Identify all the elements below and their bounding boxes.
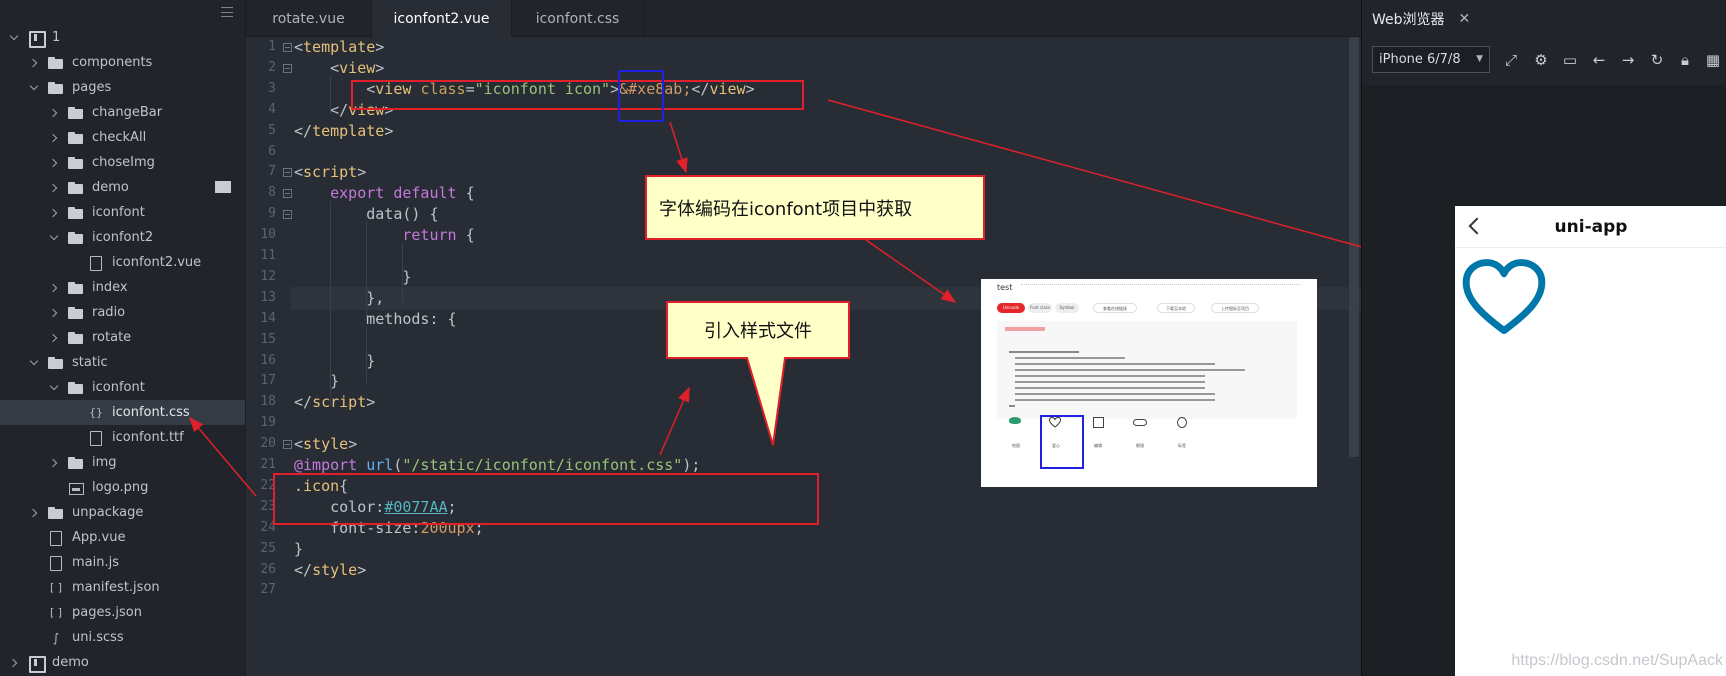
- iconfont-code-header: [1005, 327, 1045, 331]
- iconfont-link-button: 查看在线链接: [1093, 303, 1137, 313]
- arrow-unicode-to-note: [669, 121, 688, 174]
- callout-note-import: 引入样式文件: [667, 302, 849, 358]
- device-select[interactable]: iPhone 6/7/8 ▼: [1372, 46, 1490, 73]
- close-icon[interactable]: ✕: [1459, 11, 1471, 27]
- preview-title: Web浏览器: [1372, 11, 1445, 28]
- caret-down-icon: ▼: [1476, 54, 1483, 64]
- grid-icon[interactable]: ▦: [1702, 49, 1724, 71]
- phone-screen: uni-app https://blog.csdn.net/SupAack: [1455, 206, 1726, 676]
- edit-icon: [1093, 417, 1104, 428]
- device-select-value: iPhone 6/7/8: [1379, 52, 1461, 67]
- tag-icon: [1177, 417, 1187, 428]
- refresh-icon[interactable]: ↻: [1646, 49, 1668, 71]
- back-arrow-icon[interactable]: ←: [1588, 49, 1610, 71]
- arrow-import-to-css-file: [189, 416, 257, 497]
- iconfont-download-button: 下载至本地: [1157, 303, 1195, 313]
- map-icon: [1009, 417, 1021, 424]
- app-navbar: uni-app: [1455, 206, 1726, 248]
- web-browser-preview: Web浏览器 ✕ iPhone 6/7/8 ▼ ⤢ ⚙ ▭ ← → ↻ 🔒︎ ▦…: [1361, 0, 1726, 676]
- heart-icon: [1462, 259, 1546, 334]
- callout-note-text: 引入样式文件: [704, 321, 812, 342]
- console-icon[interactable]: ▭: [1559, 49, 1581, 71]
- annotation-box-heart-selected: [1040, 415, 1084, 469]
- settings-icon[interactable]: ⚙: [1530, 49, 1552, 71]
- iconfont-upload-button: 上传图标至项目: [1211, 303, 1259, 313]
- preview-titlebar: Web浏览器 ✕: [1362, 0, 1726, 37]
- iconfont-tab-symbol: Symbol: [1055, 303, 1079, 313]
- callout-note-font-code: 字体编码在iconfont项目中获取: [645, 175, 985, 240]
- lock-icon[interactable]: 🔒︎: [1674, 49, 1696, 71]
- watermark-text: https://blog.csdn.net/SupAack: [1511, 652, 1723, 669]
- rotate-screen-icon[interactable]: ⤢: [1500, 49, 1522, 71]
- iconfont-code-block: [997, 321, 1297, 419]
- arrow-note-to-iconfont: [865, 239, 957, 303]
- preview-toolbar: iPhone 6/7/8 ▼ ⤢ ⚙ ▭ ← → ↻ 🔒︎ ▦: [1362, 37, 1726, 85]
- iconfont-project-name: test: [997, 283, 1013, 292]
- iconfont-project-screenshot: test Unicode Font class Symbol 查看在线链接 下载…: [981, 279, 1317, 487]
- callout-note-text: 字体编码在iconfont项目中获取: [659, 198, 913, 220]
- iconfont-meta-row: [1021, 284, 1301, 289]
- forward-arrow-icon[interactable]: →: [1617, 49, 1639, 71]
- app-nav-title: uni-app: [1554, 217, 1628, 237]
- iconfont-tab-unicode: Unicode: [997, 303, 1025, 313]
- iconfont-tab-font-class: Font class: [1028, 303, 1052, 313]
- glasses-icon: [1133, 419, 1147, 426]
